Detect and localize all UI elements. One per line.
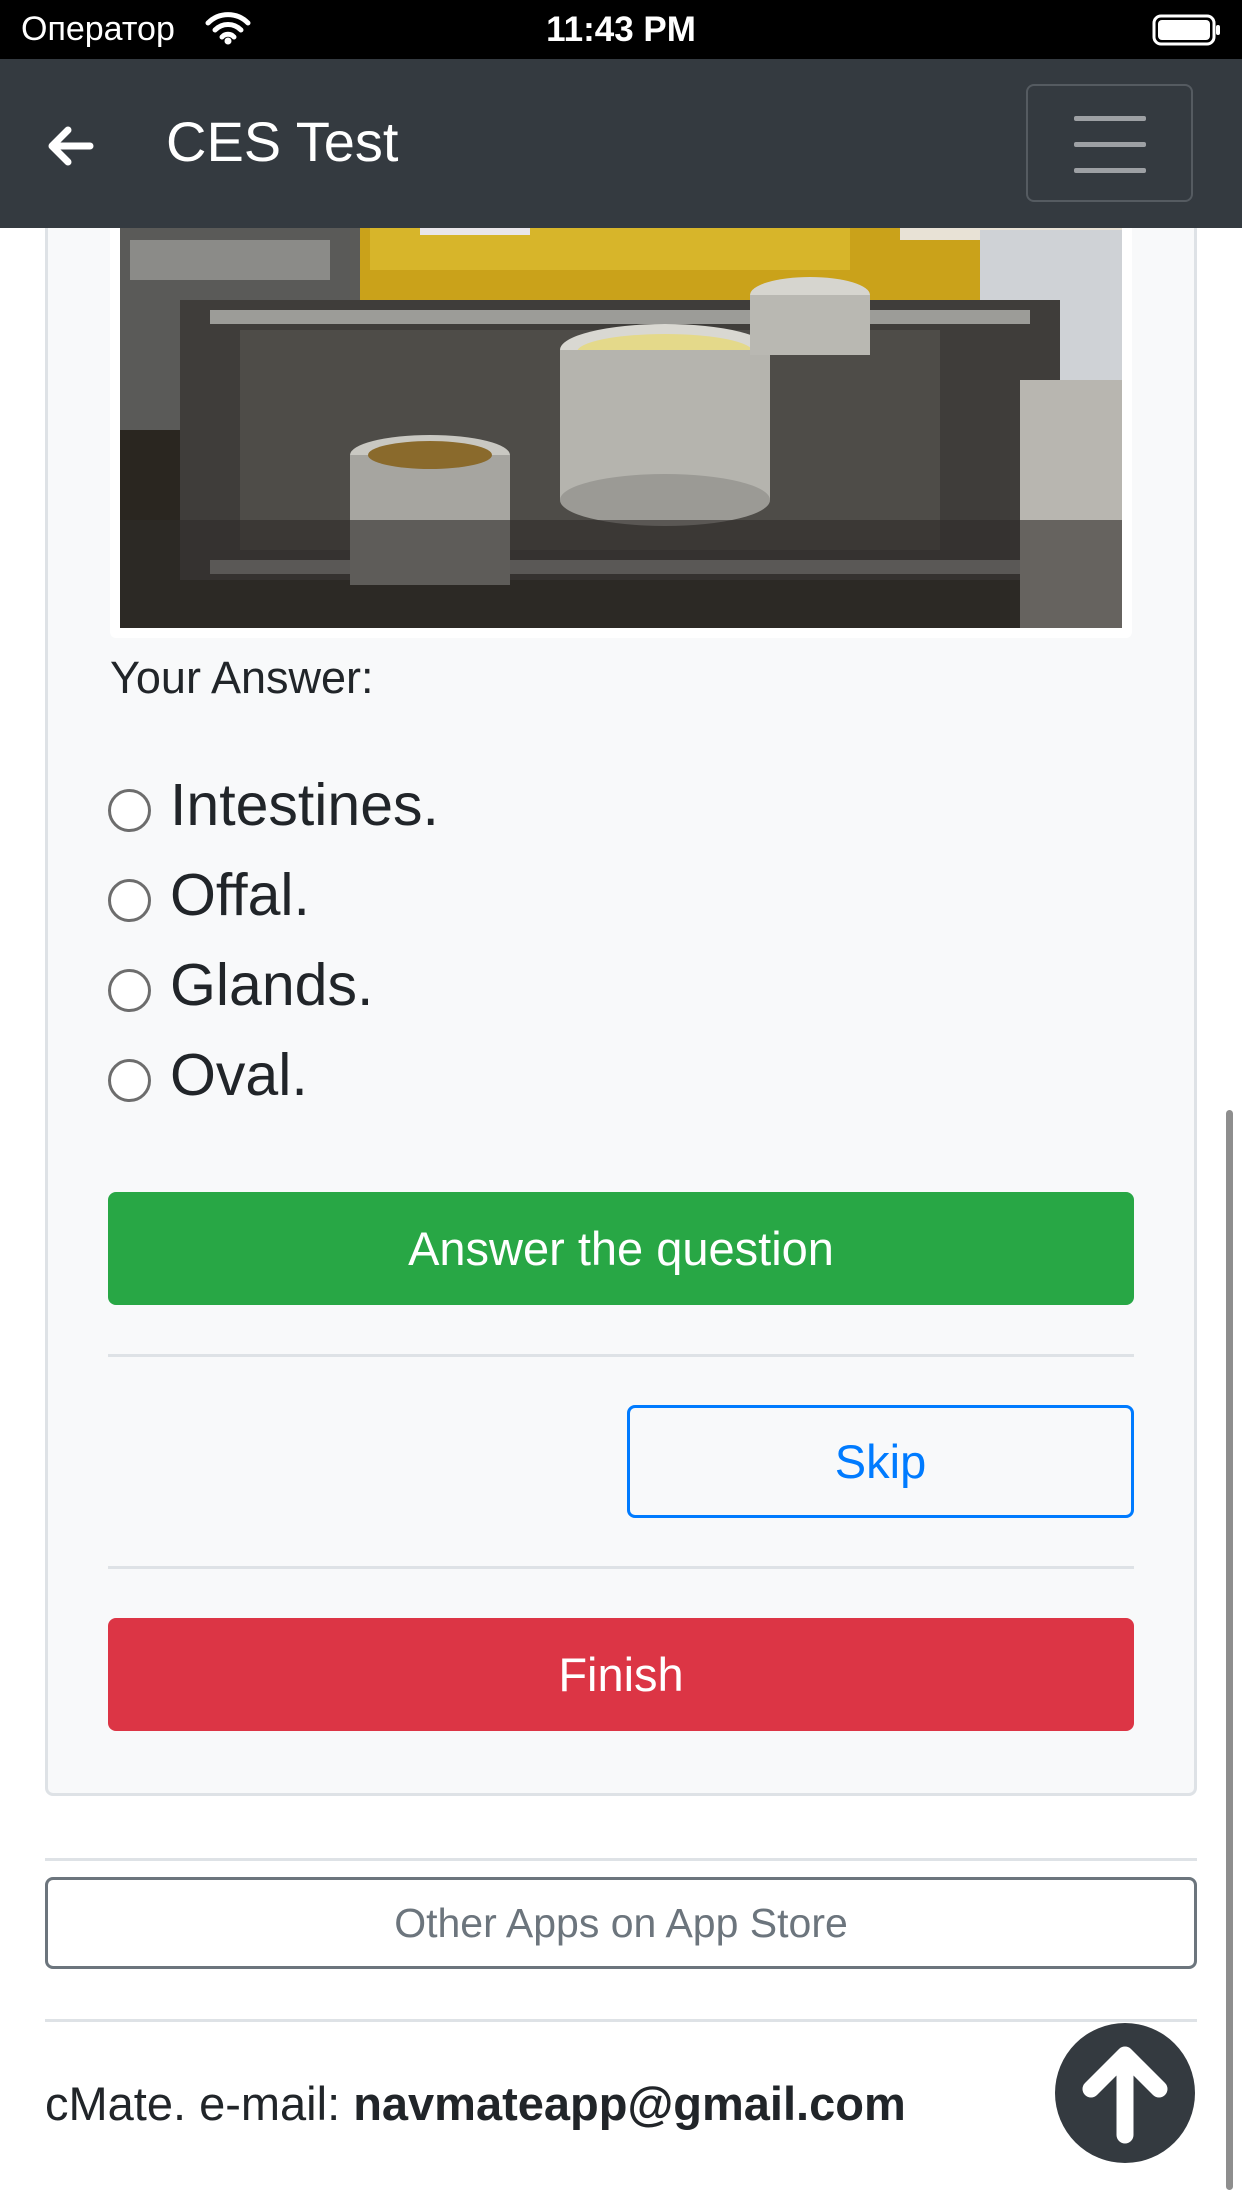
radio-button[interactable] <box>108 789 151 832</box>
divider <box>108 1566 1134 1569</box>
page-title: CES Test <box>166 110 399 173</box>
scroll-to-top-button[interactable] <box>1055 2023 1195 2163</box>
status-bar: Оператор 11:43 PM <box>0 0 1242 59</box>
scrollbar[interactable] <box>1226 1110 1233 2190</box>
divider <box>45 1858 1197 1861</box>
status-time: 11:43 PM <box>546 10 696 49</box>
question-image <box>120 180 1122 628</box>
app-navbar: CES Test <box>0 59 1242 228</box>
answer-option-label[interactable]: Oval. <box>170 1041 308 1109</box>
answer-label: Your Answer: <box>110 652 374 703</box>
arrow-up-icon <box>1082 2046 1168 2144</box>
hamburger-icon-bar <box>1074 168 1146 173</box>
skip-button[interactable]: Skip <box>627 1405 1134 1518</box>
finish-button[interactable]: Finish <box>108 1618 1134 1731</box>
footer-prefix: cMate. e-mail: <box>45 2077 354 2130</box>
radio-button[interactable] <box>108 969 151 1012</box>
back-arrow-icon[interactable] <box>40 121 100 171</box>
answer-option-label[interactable]: Glands. <box>170 951 373 1019</box>
menu-toggle-button[interactable] <box>1026 84 1193 202</box>
answer-option-label[interactable]: Offal. <box>170 861 310 929</box>
answer-option-label[interactable]: Intestines. <box>170 771 439 839</box>
battery-icon <box>1152 14 1220 46</box>
radio-button[interactable] <box>108 1059 151 1102</box>
hamburger-icon <box>1074 116 1146 121</box>
divider <box>45 2019 1197 2022</box>
radio-button[interactable] <box>108 879 151 922</box>
hamburger-icon-bar <box>1074 142 1146 147</box>
question-image-frame <box>110 180 1132 638</box>
divider <box>108 1354 1134 1357</box>
answer-button[interactable]: Answer the question <box>108 1192 1134 1305</box>
other-apps-button[interactable]: Other Apps on App Store <box>45 1877 1197 1969</box>
footer-email[interactable]: navmateapp@gmail.com <box>353 2077 906 2130</box>
footer-contact: cMate. e-mail: navmateapp@gmail.com <box>45 2076 906 2131</box>
